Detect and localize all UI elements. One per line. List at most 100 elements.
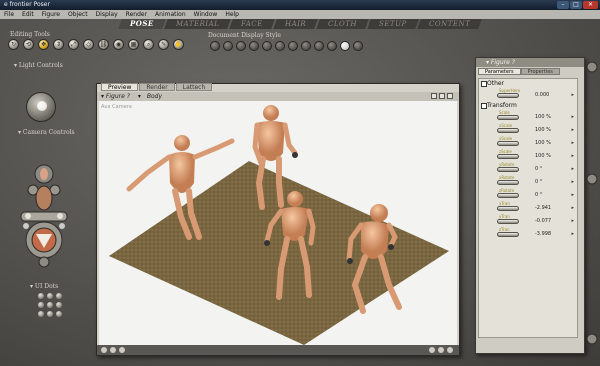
display-hidden-line-icon[interactable] [249, 41, 259, 51]
param-dial[interactable] [497, 232, 519, 237]
param-menu-icon[interactable]: ▸ [571, 205, 574, 211]
doc-option-icon[interactable] [447, 93, 453, 99]
parameter-row[interactable]: yTran -0.077 ▸ [479, 214, 577, 227]
morphing-tool-icon[interactable]: ✎ [158, 39, 169, 50]
parameter-row[interactable]: xRotate 0 ° ▸ [479, 175, 577, 188]
param-value[interactable]: 100 % [535, 140, 551, 146]
menu-window[interactable]: Window [190, 10, 222, 19]
tab-preview[interactable]: Preview [101, 83, 139, 91]
menu-help[interactable]: Help [221, 10, 243, 19]
tab-pose[interactable]: POSE [118, 19, 166, 29]
memory-dot[interactable] [47, 293, 53, 299]
param-menu-icon[interactable]: ▸ [571, 192, 574, 198]
menu-figure[interactable]: Figure [38, 10, 64, 19]
close-button[interactable]: ✕ [583, 1, 598, 9]
parameter-row[interactable]: zRotate 0 ° ▸ [479, 188, 577, 201]
group-other[interactable]: Other [479, 79, 577, 88]
tab-hair[interactable]: HAIR [273, 19, 318, 29]
param-value[interactable]: 0 ° [535, 179, 542, 185]
parameter-row[interactable]: xScale 100 % ▸ [479, 123, 577, 136]
param-menu-icon[interactable]: ▸ [571, 140, 574, 146]
menu-animation[interactable]: Animation [151, 10, 190, 19]
param-menu-icon[interactable]: ▸ [571, 231, 574, 237]
tab-lattech[interactable]: Lattech [175, 83, 213, 91]
display-smooth-lined-icon[interactable] [353, 41, 363, 51]
param-value[interactable]: 0 ° [535, 166, 542, 172]
twist-tool-icon[interactable]: ⟲ [23, 39, 34, 50]
scale-tool-icon[interactable]: ⤢ [68, 39, 79, 50]
panel-title-text[interactable]: Figure ? [491, 59, 515, 66]
param-value[interactable]: 100 % [535, 153, 551, 159]
param-dial[interactable] [497, 180, 519, 185]
param-dial[interactable] [497, 167, 519, 172]
tab-setup[interactable]: SETUP [367, 19, 419, 29]
tab-properties[interactable]: Properties [520, 68, 560, 75]
parameter-row[interactable]: zTran -3.998 ▸ [479, 227, 577, 240]
footer-button-icon[interactable] [110, 347, 116, 353]
memory-dot[interactable] [38, 302, 44, 308]
param-dial[interactable] [497, 219, 519, 224]
direct-manipulation-icon[interactable]: ✋ [173, 39, 184, 50]
translate-in-out-tool-icon[interactable]: ⇕ [53, 39, 64, 50]
param-dial[interactable] [497, 193, 519, 198]
panel-handle-icon[interactable] [586, 173, 598, 185]
tab-face[interactable]: FACE [229, 19, 275, 29]
memory-dot[interactable] [38, 293, 44, 299]
menu-display[interactable]: Display [92, 10, 122, 19]
param-value[interactable]: -3.998 [535, 231, 551, 237]
display-silhouette-icon[interactable] [210, 41, 220, 51]
display-cartoon-line-icon[interactable] [314, 41, 324, 51]
memory-dot[interactable] [47, 311, 53, 317]
param-dial[interactable] [497, 115, 519, 120]
taper-tool-icon[interactable]: ◇ [83, 39, 94, 50]
memory-dot[interactable] [56, 302, 62, 308]
parameter-row[interactable]: SuperHero 0.000 ▸ [479, 88, 577, 101]
parameter-row[interactable]: xTran -2.941 ▸ [479, 201, 577, 214]
chain-break-tool-icon[interactable]: ⛓ [98, 39, 109, 50]
display-outline-icon[interactable] [223, 41, 233, 51]
body-menu[interactable]: Body [147, 93, 162, 100]
view-magnifier-icon[interactable]: ⌕ [143, 39, 154, 50]
param-value[interactable]: 100 % [535, 127, 551, 133]
param-menu-icon[interactable]: ▸ [571, 127, 574, 133]
color-tool-icon[interactable]: ◉ [113, 39, 124, 50]
tab-render[interactable]: Render [139, 83, 175, 91]
display-flat-lined-icon[interactable] [288, 41, 298, 51]
param-dial[interactable] [497, 128, 519, 133]
light-controls-dial[interactable] [26, 92, 56, 122]
menu-edit[interactable]: Edit [18, 10, 38, 19]
param-menu-icon[interactable]: ▸ [571, 218, 574, 224]
camera-controls-icon[interactable] [14, 160, 74, 272]
param-value[interactable]: -0.077 [535, 218, 551, 224]
display-flat-shaded-icon[interactable] [275, 41, 285, 51]
display-wireframe-icon[interactable] [236, 41, 246, 51]
group-transform[interactable]: Transform [479, 101, 577, 110]
footer-option-icon[interactable] [447, 347, 453, 353]
footer-option-icon[interactable] [429, 347, 435, 353]
footer-button-icon[interactable] [119, 347, 125, 353]
param-dial[interactable] [497, 141, 519, 146]
display-cartoon-icon[interactable] [301, 41, 311, 51]
param-dial[interactable] [497, 206, 519, 211]
tab-parameters[interactable]: Parameters [478, 68, 521, 75]
light-knob-icon[interactable] [37, 101, 47, 111]
grouping-tool-icon[interactable]: ▦ [128, 39, 139, 50]
footer-option-icon[interactable] [438, 347, 444, 353]
param-menu-icon[interactable]: ▸ [571, 179, 574, 185]
param-dial[interactable] [497, 93, 519, 98]
parameter-row[interactable]: yScale 100 % ▸ [479, 136, 577, 149]
display-texture-shaded-icon[interactable] [340, 41, 350, 51]
param-menu-icon[interactable]: ▸ [571, 114, 574, 120]
param-menu-icon[interactable]: ▸ [571, 166, 574, 172]
rotate-tool-icon[interactable]: ↻ [8, 39, 19, 50]
3d-viewport[interactable]: Aux Camera [99, 101, 457, 345]
memory-dot[interactable] [47, 302, 53, 308]
memory-dot[interactable] [56, 293, 62, 299]
parameter-row[interactable]: Scale 100 % ▸ [479, 110, 577, 123]
translate-tool-icon[interactable]: ✥ [38, 39, 49, 50]
maximize-button[interactable]: □ [570, 1, 582, 9]
tab-content[interactable]: CONTENT [417, 19, 482, 29]
memory-dot[interactable] [56, 311, 62, 317]
panel-handle-icon[interactable] [586, 333, 598, 345]
param-menu-icon[interactable]: ▸ [571, 153, 574, 159]
